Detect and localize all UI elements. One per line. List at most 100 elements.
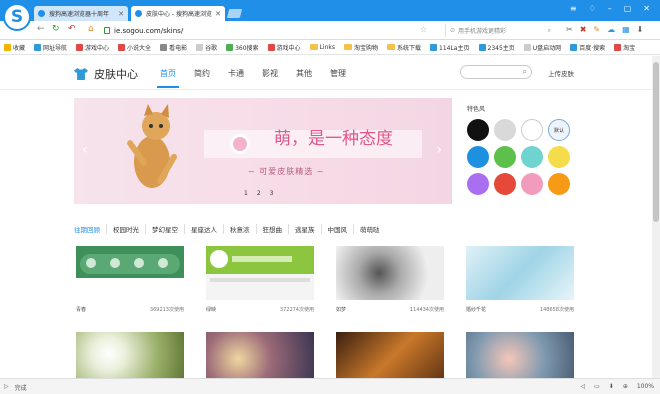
category-tab[interactable]: 梦幻星空 [146,224,185,234]
color-swatch[interactable]: 默认 [548,119,570,141]
home-icon[interactable]: ⌂ [88,24,94,34]
bookmark-item[interactable]: 看电影 [160,43,187,52]
nav-simple[interactable]: 简约 [194,68,210,79]
hero-banner[interactable]: 萌，是一种态度 ~ 可爱皮肤精选 ~ ‹ › 1 2 3 [74,98,452,204]
address-bar[interactable]: ie.sogou.com/skins/ [104,24,444,37]
zoom-level[interactable]: 100% [637,383,654,390]
close-tab-icon[interactable]: ✕ [118,10,124,18]
scrollbar-thumb[interactable] [653,62,659,222]
bookmark-item[interactable]: 114La主页 [430,43,470,52]
color-swatch[interactable] [521,119,543,141]
tool-x-icon[interactable]: ✖ [580,25,587,34]
bookmark-item[interactable]: 淘宝购物 [343,43,378,52]
tab-sogou-anniversary[interactable]: 搜狗高速浏览器十周年 ✕ [34,6,128,21]
bookmark-item[interactable]: 游戏中心 [267,43,301,52]
category-tab[interactable]: 星座达人 [185,224,224,234]
color-swatch[interactable] [467,146,489,168]
speaker-icon[interactable]: ◁ [580,383,585,390]
back-icon[interactable]: ← [37,24,45,34]
category-tab[interactable]: 校园时光 [107,224,146,234]
nav-other[interactable]: 其他 [296,68,312,79]
bookmark-item[interactable]: 小说大全 [118,43,151,52]
skin-card[interactable]: 绿映 372274次使用 [206,246,314,318]
shirt-skin-icon[interactable]: ♢ [589,4,596,13]
browser-search-box[interactable]: ⊙ 用手机游戏更精彩 ⌕ [445,24,555,37]
color-swatch[interactable] [494,146,516,168]
download-status-icon[interactable]: ⬇ [609,383,614,390]
site-logo[interactable]: 皮肤中心 [74,66,138,82]
category-tab[interactable]: 中国风 [322,224,354,234]
banner-page-1[interactable]: 1 [244,190,248,197]
banner-prev-icon[interactable]: ‹ [82,142,88,158]
bookmark-label: 360搜索 [235,44,259,52]
bookmark-item[interactable]: 淘宝 [614,43,635,52]
bookmark-item[interactable]: 2345主页 [478,43,515,52]
zoom-icon[interactable]: ⊕ [623,383,628,390]
close-tab-icon[interactable]: ✕ [215,10,221,18]
bookmark-item[interactable]: 360搜索 [226,43,259,52]
screenshot-icon[interactable]: ▭ [594,383,600,390]
skin-card[interactable] [206,332,314,378]
search-icon[interactable]: ⌕ [548,27,551,35]
nav-film[interactable]: 影视 [262,68,278,79]
skin-card[interactable]: 如梦 114434次使用 [336,246,444,318]
color-swatch[interactable] [521,173,543,195]
extensions-icon[interactable]: ▦ [622,25,630,34]
page-icon [430,43,438,51]
bookmark-item[interactable]: 百度·搜索 [570,43,605,52]
category-tab[interactable]: 狂想曲 [257,224,289,234]
page-scrollbar[interactable] [652,56,660,378]
category-tab[interactable]: 往期回顾 [74,224,107,234]
category-tab[interactable]: 秋意浓 [224,224,257,234]
minimize-icon[interactable]: – [608,4,612,13]
close-window-icon[interactable]: ✕ [643,4,650,13]
menu-icon[interactable]: ≡ [570,4,577,13]
skin-card[interactable] [466,332,574,378]
search-icon[interactable]: ⌕ [523,67,527,77]
bookmark-item[interactable]: 游戏中心 [76,43,109,52]
bookmark-item[interactable]: U盘启动网 [523,43,561,52]
color-swatch[interactable] [494,119,516,141]
download-icon[interactable]: ⬇ [637,25,644,34]
tab-skin-center[interactable]: 皮肤中心 - 搜狗高速浏览 ✕ [131,6,225,21]
pin-icon[interactable]: ✎ [593,25,600,34]
skin-card[interactable]: 青春 369213次使用 [76,246,184,318]
bookmark-item[interactable]: 收藏 [4,43,25,52]
bookmark-item[interactable]: 系统下载 [387,43,421,52]
color-swatch[interactable] [467,173,489,195]
undo-icon[interactable]: ↶ [68,24,76,34]
bookmark-star-icon[interactable]: ☆ [420,25,427,34]
nav-cartoon[interactable]: 卡通 [228,68,244,79]
category-tab[interactable]: 萌萌哒 [354,224,386,234]
nav-home[interactable]: 首页 [157,68,179,88]
color-swatch[interactable] [548,146,570,168]
color-swatch[interactable] [467,119,489,141]
bookmark-item[interactable]: 谷歌 [196,43,217,52]
bookmark-item[interactable]: Links [309,44,335,51]
refresh-icon[interactable]: ↻ [52,24,60,34]
cloud-icon[interactable]: ☁ [607,25,615,34]
maximize-icon[interactable]: ▢ [624,4,632,13]
new-tab-button[interactable] [226,9,243,18]
category-tab[interactable]: 逃星族 [289,224,322,234]
color-swatch[interactable] [548,173,570,195]
skin-card[interactable] [76,332,184,378]
skin-card[interactable]: 婚纱千花 148658次使用 [466,246,574,318]
bookmark-item[interactable]: 网址导航 [34,43,67,52]
banner-page-3[interactable]: 3 [270,190,274,197]
upload-skin-link[interactable]: 上传皮肤 [548,68,574,78]
banner-page-2[interactable]: 2 [257,190,261,197]
sogou-logo-icon[interactable]: S [3,3,31,31]
bookmark-label: 系统下载 [397,44,422,52]
bookmark-label: 谷歌 [205,44,218,52]
color-swatch[interactable] [494,173,516,195]
cut-icon[interactable]: ✂ [566,25,573,34]
color-swatch[interactable] [521,146,543,168]
skin-card[interactable] [336,332,444,378]
globe-icon [34,43,42,51]
address-url[interactable]: ie.sogou.com/skins/ [114,27,183,35]
nav-manage[interactable]: 管理 [330,68,346,79]
banner-next-icon[interactable]: › [436,142,442,158]
sidebar-toggle-icon[interactable]: ▷ [4,383,9,392]
site-search-input[interactable]: ⌕ [460,65,532,79]
